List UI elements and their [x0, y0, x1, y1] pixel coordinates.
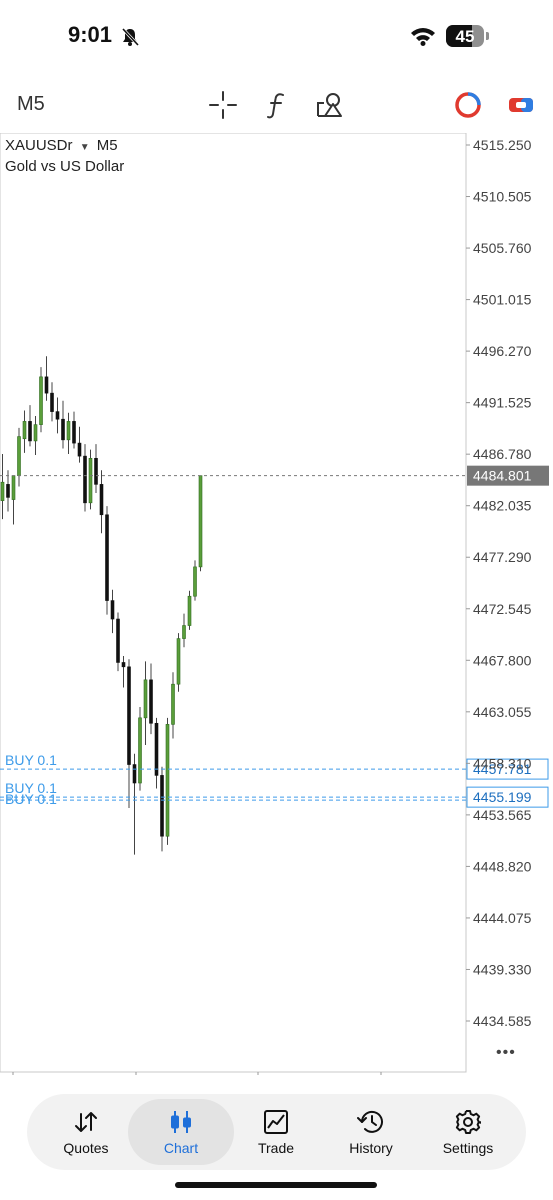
bull-candle: [22, 421, 27, 440]
bull-candle: [187, 595, 192, 626]
y-tick-label: 4444.075: [473, 910, 532, 926]
y-tick-label: 4472.545: [473, 601, 532, 617]
bull-candle: [39, 376, 43, 425]
y-tick-label: 4496.270: [473, 343, 532, 359]
status-time: 9:01: [68, 22, 113, 47]
bull-candle: [165, 724, 170, 837]
nav-label-trade: Trade: [257, 1140, 295, 1156]
bear-candle: [99, 484, 104, 516]
y-tick-label: 4477.290: [473, 549, 532, 565]
nav-chart[interactable]: Chart: [131, 1100, 231, 1164]
bear-candle: [44, 376, 49, 394]
nav-settings[interactable]: Settings: [418, 1100, 518, 1164]
y-tick-label: 4491.525: [473, 395, 532, 411]
bear-candle: [72, 421, 76, 444]
bull-candle: [182, 625, 186, 639]
bear-candle: [55, 411, 60, 420]
bell-muted-icon: [121, 27, 140, 47]
y-tick-label: 4448.820: [473, 858, 532, 874]
history-clock-icon: [357, 1110, 383, 1133]
function-icon[interactable]: [262, 90, 292, 120]
symbol-dropdown-icon[interactable]: ▼: [80, 142, 90, 153]
nav-trade[interactable]: Trade: [226, 1100, 326, 1164]
y-tick-label: 4515.250: [473, 137, 532, 153]
y-tick-label: 4458.310: [473, 755, 532, 771]
bear-candle: [77, 442, 82, 457]
bull-candle: [66, 421, 71, 441]
y-tick-label: 4501.015: [473, 292, 532, 308]
bull-candle: [33, 424, 38, 442]
bear-candle: [127, 666, 131, 765]
bear-candle: [132, 764, 137, 784]
y-tick-label: 4453.565: [473, 807, 532, 823]
y-tick-label: 4486.780: [473, 446, 532, 462]
crosshair-icon[interactable]: [208, 90, 238, 120]
bear-candle: [61, 418, 65, 441]
bear-candle: [83, 455, 87, 504]
nav-quotes[interactable]: Quotes: [36, 1100, 136, 1164]
buy-order-label: BUY 0.1: [5, 791, 57, 807]
timeframe-button[interactable]: M5: [17, 93, 45, 116]
symbol-label[interactable]: XAUUSDr ▼ M5: [5, 137, 118, 154]
bear-candle: [154, 722, 159, 776]
bear-candle: [110, 600, 115, 620]
trade-icon[interactable]: [506, 90, 536, 120]
battery-percent: 45: [455, 27, 475, 46]
symbol-description: Gold vs US Dollar: [5, 158, 125, 175]
account-icon[interactable]: [453, 90, 483, 120]
bull-candle: [176, 638, 181, 685]
bull-candle: [11, 475, 16, 500]
home-indicator: [175, 1182, 377, 1188]
bear-candle: [149, 679, 153, 724]
bull-candle: [138, 717, 142, 784]
y-tick-label: 4482.035: [473, 498, 532, 514]
settings-gear-icon: [455, 1110, 481, 1134]
symbol-timeframe: M5: [96, 137, 118, 154]
bear-candle: [94, 458, 98, 485]
more-icon[interactable]: •••: [496, 1044, 516, 1062]
y-tick-label: 4463.055: [473, 704, 532, 720]
nav-label-quotes: Quotes: [63, 1140, 109, 1156]
y-tick-label: 4510.505: [473, 189, 532, 205]
objects-icon[interactable]: [315, 90, 345, 120]
bear-candle: [28, 421, 32, 442]
bull-candle: [198, 475, 203, 568]
bear-candle: [6, 484, 10, 498]
trade-chart-icon: [264, 1110, 288, 1134]
bull-candle: [0, 481, 5, 501]
y-tick-label: 4467.800: [473, 652, 532, 668]
nav-label-settings: Settings: [442, 1140, 494, 1156]
buy-order-label: BUY 0.1: [5, 752, 57, 768]
y-tick-label: 4434.585: [473, 1013, 532, 1029]
bear-candle: [116, 618, 120, 663]
bear-candle: [121, 662, 126, 668]
price-chart[interactable]: BUY 0.1BUY 0.1BUY 0.14457.7814455.199448…: [0, 133, 553, 1075]
candles-icon: [171, 1111, 191, 1133]
battery-icon: 45: [446, 25, 484, 47]
y-tick-label: 4505.760: [473, 240, 532, 256]
bull-candle: [143, 679, 148, 719]
bear-candle: [160, 775, 164, 837]
nav-history[interactable]: History: [321, 1100, 421, 1164]
order-price-label: 4455.199: [473, 789, 532, 805]
quotes-arrows-icon: [75, 1112, 97, 1132]
bear-candle: [105, 514, 109, 601]
current-price-label: 4484.801: [473, 468, 532, 484]
bull-candle: [17, 436, 21, 476]
nav-label-chart: Chart: [163, 1140, 199, 1156]
bull-candle: [88, 458, 93, 504]
nav-label-history: History: [349, 1140, 393, 1156]
symbol-name: XAUUSDr: [5, 137, 73, 154]
battery-tip: [486, 32, 489, 40]
y-tick-label: 4439.330: [473, 961, 532, 977]
price-axis: 4515.250 4510.505 4505.760 4501.015 4496.270…: [466, 137, 532, 1029]
bull-candle: [193, 566, 197, 597]
bull-candle: [171, 683, 175, 725]
bear-candle: [50, 392, 54, 412]
wifi-icon: [411, 28, 435, 46]
